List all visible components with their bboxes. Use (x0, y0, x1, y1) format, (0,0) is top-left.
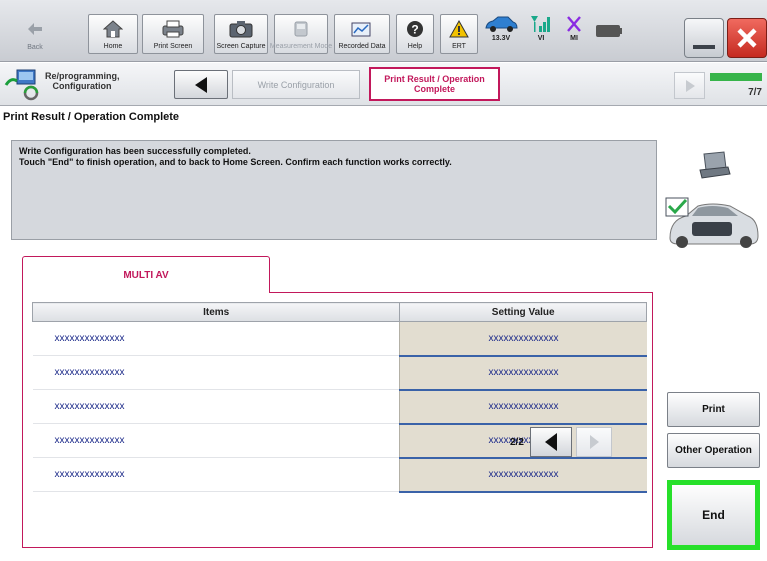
help-button[interactable]: ? Help (396, 14, 434, 54)
disconnected-x-icon (567, 16, 581, 32)
step-navigation-bar: Re/programming, Configuration Write Conf… (0, 63, 767, 106)
measurement-icon (275, 15, 327, 43)
voltage-label: 13.3V (491, 35, 511, 42)
car-icon (485, 16, 518, 32)
help-icon: ? (397, 15, 433, 43)
step-back-button[interactable] (174, 70, 228, 99)
triangle-left-icon (195, 76, 207, 93)
top-toolbar: Back Home Print Screen Screen Capture Me… (0, 0, 767, 62)
screen-capture-button[interactable]: Screen Capture (214, 14, 268, 54)
warning-triangle-icon (441, 15, 477, 43)
device-status (595, 24, 623, 38)
minimize-icon (693, 45, 715, 49)
step-next-button (674, 72, 705, 99)
item-cell: xxxxxxxxxxxxxx (32, 355, 400, 390)
table-row: xxxxxxxxxxxxxx xxxxxxxxxxxxxx (32, 321, 647, 357)
recorded-data-label: Recorded Data (338, 43, 386, 50)
other-operation-button[interactable]: Other Operation (667, 433, 760, 468)
minimize-button[interactable] (684, 18, 724, 58)
message-box: Write Configuration has been successfull… (11, 140, 657, 240)
item-cell: xxxxxxxxxxxxxx (32, 457, 400, 492)
step-progress-bar (710, 73, 762, 81)
settings-table: Items Setting Value xxxxxxxxxxxxxx xxxxx… (31, 302, 647, 493)
measurement-mode-button[interactable]: Measurement Mode (270, 14, 332, 54)
item-cell: xxxxxxxxxxxxxx (32, 389, 400, 424)
setting-value-cell: xxxxxxxxxxxxxx (399, 389, 647, 425)
table-row: xxxxxxxxxxxxxx xxxxxxxxxxxxxx (32, 389, 647, 425)
table-row: xxxxxxxxxxxxxx xxxxxxxxxxxxxx (32, 355, 647, 391)
table-row: xxxxxxxxxxxxxx xxxxxxxxxxxxxx (32, 457, 647, 493)
help-label: Help (407, 43, 423, 50)
triangle-right-icon (590, 435, 599, 449)
laptop-icon (699, 151, 731, 179)
close-icon (737, 28, 757, 48)
page-prev-button[interactable] (530, 427, 572, 457)
table-header-row: Items Setting Value (31, 302, 647, 322)
recorded-data-button[interactable]: Recorded Data (334, 14, 390, 54)
home-button[interactable]: Home (88, 14, 138, 54)
triangle-right-icon (685, 79, 695, 92)
mi-status: MI (564, 14, 584, 42)
print-screen-button[interactable]: Print Screen (142, 14, 204, 54)
back-label: Back (27, 44, 43, 51)
back-button[interactable]: Back (18, 14, 52, 54)
step-progress-label: 7/7 (748, 87, 762, 98)
setting-value-cell: xxxxxxxxxxxxxx (399, 457, 647, 493)
battery-voltage-status: 13.3V (484, 14, 518, 42)
item-cell: xxxxxxxxxxxxxx (32, 423, 400, 458)
setting-value-cell: xxxxxxxxxxxxxx (399, 355, 647, 391)
step-progress-fill (710, 73, 762, 81)
page-title: Print Result / Operation Complete (3, 111, 180, 123)
step-current-print-result: Print Result / Operation Complete (369, 67, 500, 101)
column-header-setting-value: Setting Value (399, 302, 647, 322)
close-button[interactable] (727, 18, 767, 58)
result-table-panel: Items Setting Value xxxxxxxxxxxxxx xxxxx… (22, 292, 653, 548)
recorded-data-icon (335, 15, 389, 43)
ert-button[interactable]: ERT (440, 14, 478, 54)
mi-label: MI (570, 35, 578, 42)
back-arrow-icon (18, 14, 52, 44)
vi-status: VI (530, 14, 552, 42)
vehicle-laptop-graphic (664, 150, 760, 250)
signal-strength-icon (531, 16, 550, 32)
column-header-items: Items (31, 302, 401, 322)
checkmark-icon (665, 197, 689, 217)
home-icon (89, 15, 137, 43)
measurement-mode-label: Measurement Mode (269, 43, 333, 50)
print-screen-label: Print Screen (153, 43, 193, 50)
home-label: Home (103, 43, 123, 50)
printer-icon (143, 15, 203, 43)
message-line-1: Write Configuration has been successfull… (19, 146, 251, 156)
svg-text:?: ? (411, 23, 418, 37)
step-write-configuration: Write Configuration (232, 70, 360, 99)
camera-icon (215, 15, 267, 43)
item-cell: xxxxxxxxxxxxxx (32, 321, 400, 356)
screen-capture-label: Screen Capture (216, 43, 266, 50)
step-reprogramming-label: Re/programming, Configuration (45, 71, 120, 91)
tab-multi-av[interactable]: MULTI AV (22, 256, 270, 293)
reprogramming-icon (3, 67, 43, 101)
device-battery-icon (596, 25, 622, 37)
vi-label: VI (537, 35, 545, 42)
end-button[interactable]: End (667, 480, 760, 550)
page-indicator: 2/2 (510, 437, 524, 448)
message-line-2: Touch "End" to finish operation, and to … (19, 157, 452, 167)
triangle-left-icon (545, 433, 557, 451)
setting-value-cell: xxxxxxxxxxxxxx (399, 321, 647, 357)
ert-label: ERT (452, 43, 466, 50)
print-button[interactable]: Print (667, 392, 760, 427)
page-next-button (576, 427, 612, 457)
